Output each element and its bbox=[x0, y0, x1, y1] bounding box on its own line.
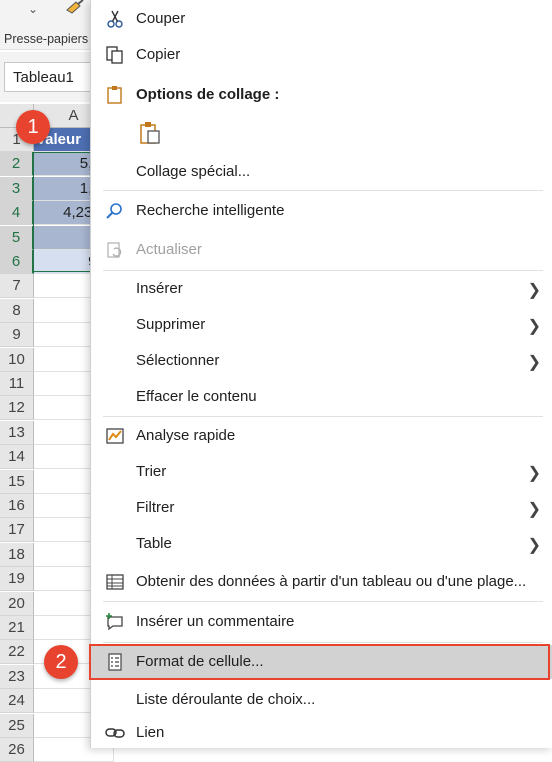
row-header[interactable]: 26 bbox=[0, 738, 34, 762]
menu-item-refresh: Actualiser bbox=[91, 233, 552, 267]
menu-label-get-data: Obtenir des données à partir d'un tablea… bbox=[136, 573, 527, 590]
menu-separator bbox=[103, 190, 543, 191]
menu-separator bbox=[103, 270, 543, 271]
menu-label-cut: Couper bbox=[136, 10, 186, 27]
step-badge-2: 2 bbox=[44, 645, 78, 679]
scissors-icon bbox=[107, 10, 123, 28]
row-header[interactable]: 25 bbox=[0, 713, 34, 738]
menu-item-select[interactable]: Sélectionner ❯ bbox=[91, 344, 552, 378]
menu-separator bbox=[103, 642, 543, 643]
row-header[interactable]: 5 bbox=[0, 225, 34, 250]
row-header[interactable]: 4 bbox=[0, 201, 34, 226]
row-header[interactable]: 6 bbox=[0, 250, 34, 274]
menu-label-insert-comment: Insérer un commentaire bbox=[136, 613, 295, 630]
row-header[interactable]: 11 bbox=[0, 372, 34, 396]
menu-label-paste-special: Collage spécial... bbox=[136, 163, 251, 180]
menu-item-clear-contents[interactable]: Effacer le contenu bbox=[91, 380, 552, 414]
copy-icon bbox=[106, 46, 123, 64]
row-header[interactable]: 8 bbox=[0, 298, 34, 323]
menu-item-get-data[interactable]: Obtenir des données à partir d'un tablea… bbox=[91, 565, 552, 599]
clipboard-icon bbox=[107, 86, 122, 104]
menu-label-table: Table bbox=[136, 535, 172, 552]
menu-separator bbox=[103, 416, 543, 417]
menu-label-sort: Trier bbox=[136, 463, 167, 480]
chevron-right-icon: ❯ bbox=[527, 354, 541, 371]
row-header[interactable]: 18 bbox=[0, 542, 34, 567]
menu-label-quick-analysis: Analyse rapide bbox=[136, 427, 236, 444]
row-header[interactable]: 22 bbox=[0, 640, 34, 665]
menu-label-select: Sélectionner bbox=[136, 352, 220, 369]
chevron-right-icon: ❯ bbox=[527, 318, 541, 335]
chevron-right-icon: ❯ bbox=[527, 537, 541, 554]
menu-header-paste-options: Options de collage : bbox=[91, 78, 552, 112]
row-header[interactable]: 16 bbox=[0, 494, 34, 518]
menu-label-refresh: Actualiser bbox=[136, 241, 202, 258]
menu-item-dropdown-list[interactable]: Liste déroulante de choix... bbox=[91, 683, 552, 717]
step-badge-1: 1 bbox=[16, 110, 50, 144]
row-header[interactable]: 21 bbox=[0, 616, 34, 640]
row-header[interactable]: 10 bbox=[0, 347, 34, 372]
menu-separator bbox=[103, 601, 543, 602]
menu-label-link: Lien bbox=[136, 724, 165, 741]
chevron-right-icon: ❯ bbox=[527, 465, 541, 482]
row-header[interactable]: 2 bbox=[0, 152, 34, 177]
menu-label-delete: Supprimer bbox=[136, 316, 206, 333]
row-header[interactable]: 14 bbox=[0, 445, 34, 470]
context-menu: Couper Copier Options de collage : Colla… bbox=[90, 0, 552, 748]
menu-label-paste-options: Options de collage : bbox=[136, 86, 280, 103]
row-header[interactable]: 15 bbox=[0, 469, 34, 494]
menu-label-smart-lookup: Recherche intelligente bbox=[136, 202, 285, 219]
comment-add-icon bbox=[106, 613, 123, 631]
menu-item-delete[interactable]: Supprimer ❯ bbox=[91, 308, 552, 342]
menu-item-link[interactable]: Lien bbox=[91, 716, 552, 750]
row-header[interactable]: 3 bbox=[0, 176, 34, 201]
search-icon bbox=[106, 203, 122, 219]
chevron-right-icon: ❯ bbox=[527, 282, 541, 299]
menu-label-insert: Insérer bbox=[136, 280, 183, 297]
row-header[interactable]: 13 bbox=[0, 420, 34, 445]
paintbrush-icon[interactable] bbox=[64, 0, 86, 18]
menu-item-smart-lookup[interactable]: Recherche intelligente bbox=[91, 194, 552, 228]
menu-item-table[interactable]: Table ❯ bbox=[91, 527, 552, 561]
chevron-down-icon[interactable]: ⌄ bbox=[28, 2, 38, 16]
link-icon bbox=[105, 728, 125, 738]
row-header[interactable]: 20 bbox=[0, 591, 34, 616]
highlight-box-format-cells bbox=[89, 644, 550, 680]
row-header[interactable]: 23 bbox=[0, 664, 34, 689]
menu-item-sort[interactable]: Trier ❯ bbox=[91, 455, 552, 489]
name-box[interactable]: Tableau1 bbox=[4, 62, 104, 92]
menu-item-quick-analysis[interactable]: Analyse rapide bbox=[91, 419, 552, 453]
row-header[interactable]: 17 bbox=[0, 518, 34, 543]
menu-item-copy[interactable]: Copier bbox=[91, 38, 552, 72]
table-data-icon bbox=[106, 574, 124, 590]
paste-clipboard-icon[interactable] bbox=[139, 121, 161, 145]
menu-item-filter[interactable]: Filtrer ❯ bbox=[91, 491, 552, 525]
chevron-right-icon: ❯ bbox=[527, 501, 541, 518]
menu-item-insert-comment[interactable]: Insérer un commentaire bbox=[91, 605, 552, 639]
menu-item-insert[interactable]: Insérer ❯ bbox=[91, 272, 552, 306]
row-header[interactable]: 9 bbox=[0, 323, 34, 348]
refresh-icon bbox=[107, 242, 122, 258]
menu-label-copy: Copier bbox=[136, 46, 181, 63]
row-header[interactable]: 12 bbox=[0, 396, 34, 421]
selection-border bbox=[33, 152, 93, 272]
menu-label-clear-contents: Effacer le contenu bbox=[136, 388, 257, 405]
clipboard-group-label: Presse-papiers bbox=[4, 32, 89, 46]
menu-item-cut[interactable]: Couper bbox=[91, 2, 552, 36]
menu-item-paste-special[interactable]: Collage spécial... bbox=[91, 155, 552, 189]
quick-analysis-icon bbox=[106, 428, 124, 444]
row-header[interactable]: 19 bbox=[0, 567, 34, 592]
menu-label-dropdown-list: Liste déroulante de choix... bbox=[136, 691, 316, 708]
row-header[interactable]: 24 bbox=[0, 689, 34, 714]
menu-label-filter: Filtrer bbox=[136, 499, 175, 516]
row-header[interactable]: 7 bbox=[0, 274, 34, 299]
